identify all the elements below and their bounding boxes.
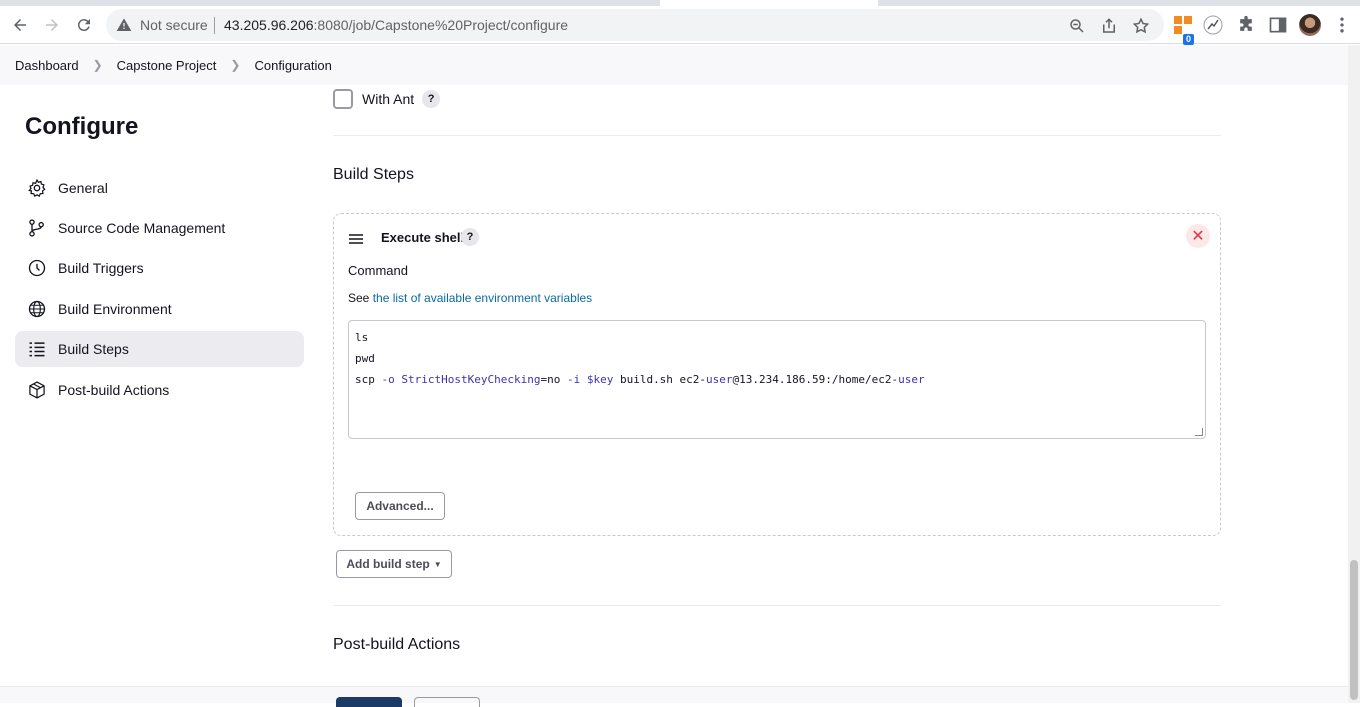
sidebar-item-general[interactable]: General bbox=[15, 170, 304, 206]
extension-badge: 0 bbox=[1183, 34, 1195, 45]
resize-handle[interactable] bbox=[1195, 428, 1203, 436]
extension-icon[interactable] bbox=[1203, 15, 1223, 35]
sidebar-item-build-environment[interactable]: Build Environment bbox=[15, 291, 304, 327]
reload-icon[interactable] bbox=[72, 13, 96, 37]
url-path: :8080/job/Capstone%20Project/configure bbox=[313, 17, 569, 33]
sidebar-item-label: General bbox=[58, 180, 108, 196]
add-build-step-label: Add build step bbox=[346, 557, 430, 571]
page-title: Configure bbox=[25, 113, 139, 140]
scrollbar[interactable] bbox=[1348, 45, 1360, 703]
globe-icon bbox=[28, 300, 46, 318]
extension-grid-icon[interactable] bbox=[1173, 15, 1193, 35]
puzzle-icon[interactable] bbox=[1236, 15, 1256, 35]
build-steps-heading: Build Steps bbox=[333, 166, 414, 183]
sidebar-item-source-code-management[interactable]: Source Code Management bbox=[15, 210, 304, 246]
save-button[interactable] bbox=[336, 697, 402, 707]
help-icon[interactable]: ? bbox=[461, 228, 479, 246]
command-line: scp -o StrictHostKeyChecking=no -i $key … bbox=[355, 373, 925, 386]
url-host: 43.205.96.206 bbox=[224, 17, 314, 33]
bottom-button-bar bbox=[0, 686, 1348, 703]
warning-icon[interactable] bbox=[116, 17, 132, 33]
drag-handle-icon[interactable] bbox=[348, 231, 364, 247]
bookmark-star-icon[interactable] bbox=[1132, 17, 1150, 35]
side-panel-icon[interactable] bbox=[1268, 15, 1288, 35]
advanced-button[interactable]: Advanced... bbox=[355, 492, 445, 520]
add-build-step-button[interactable]: Add build step ▼ bbox=[336, 550, 452, 578]
delete-step-icon[interactable]: ✕ bbox=[1186, 224, 1210, 248]
chevron-right-icon: ❯ bbox=[230, 58, 241, 72]
breadcrumb: Dashboard ❯ Capstone Project ❯ Configura… bbox=[0, 45, 1348, 85]
breadcrumb-project[interactable]: Capstone Project bbox=[117, 58, 217, 73]
apply-button[interactable] bbox=[414, 697, 480, 707]
post-build-heading: Post-build Actions bbox=[333, 636, 461, 653]
sidebar-item-label: Build Triggers bbox=[58, 260, 144, 276]
sidebar-item-build-triggers[interactable]: Build Triggers bbox=[15, 250, 304, 286]
breadcrumb-configuration[interactable]: Configuration bbox=[254, 58, 331, 73]
menu-kebab-icon[interactable] bbox=[1332, 15, 1352, 35]
browser-toolbar: Not secure 43.205.96.206:8080/job/Capsto… bbox=[0, 6, 1360, 45]
sidebar-item-label: Build Steps bbox=[58, 341, 129, 357]
step-title: Execute shell bbox=[381, 230, 465, 245]
zoom-icon[interactable] bbox=[1068, 17, 1086, 35]
back-icon[interactable] bbox=[8, 13, 32, 37]
with-ant-option: With Ant ? bbox=[333, 89, 441, 109]
env-vars-hint: See the list of available environment va… bbox=[348, 291, 592, 305]
command-line: ls bbox=[355, 331, 369, 344]
execute-shell-step: Execute shell ? ✕ Command See the list o… bbox=[333, 213, 1221, 536]
help-icon[interactable]: ? bbox=[422, 90, 441, 108]
command-editor[interactable]: ls pwd scp -o StrictHostKeyChecking=no -… bbox=[348, 320, 1206, 439]
security-label[interactable]: Not secure bbox=[140, 17, 208, 33]
section-divider bbox=[333, 135, 1221, 136]
chevron-right-icon: ❯ bbox=[92, 58, 103, 72]
address-bar[interactable]: Not secure 43.205.96.206:8080/job/Capsto… bbox=[106, 9, 1164, 41]
with-ant-checkbox[interactable] bbox=[333, 89, 353, 109]
sidebar-item-label: Build Environment bbox=[58, 301, 172, 317]
gear-icon bbox=[28, 178, 46, 197]
sidebar-item-build-steps[interactable]: Build Steps bbox=[15, 331, 304, 367]
env-vars-link[interactable]: the list of available environment variab… bbox=[373, 291, 592, 305]
sidebar-item-label: Source Code Management bbox=[58, 220, 226, 236]
forward-icon[interactable] bbox=[40, 13, 64, 37]
caret-down-icon: ▼ bbox=[433, 559, 442, 569]
url-text[interactable]: 43.205.96.206:8080/job/Capstone%20Projec… bbox=[224, 17, 568, 33]
scrollbar-thumb[interactable] bbox=[1350, 560, 1358, 700]
see-prefix: See bbox=[348, 291, 370, 305]
breadcrumb-dashboard[interactable]: Dashboard bbox=[15, 58, 79, 73]
section-divider bbox=[333, 605, 1221, 606]
sidebar-item-post-build-actions[interactable]: Post-build Actions bbox=[15, 372, 304, 408]
list-icon bbox=[29, 342, 45, 357]
divider bbox=[214, 17, 215, 34]
sidebar-item-label: Post-build Actions bbox=[58, 382, 170, 398]
profile-avatar[interactable] bbox=[1299, 14, 1321, 36]
command-label: Command bbox=[348, 263, 408, 278]
clock-icon bbox=[28, 259, 46, 277]
command-line: pwd bbox=[355, 352, 375, 365]
share-icon[interactable] bbox=[1100, 17, 1118, 35]
box-icon bbox=[29, 381, 45, 399]
branch-icon bbox=[29, 219, 44, 237]
with-ant-label[interactable]: With Ant bbox=[362, 91, 414, 107]
